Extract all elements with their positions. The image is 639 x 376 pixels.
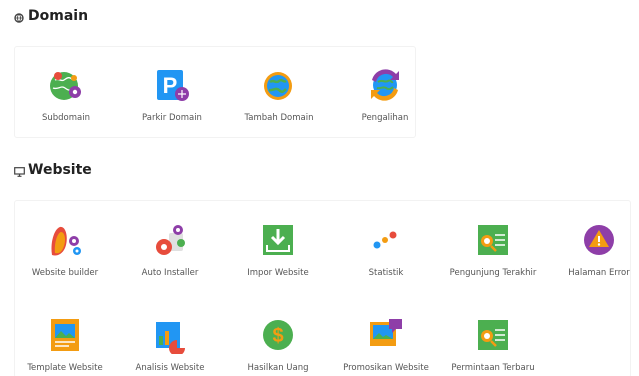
parked-domain-tile[interactable]: P Parkir Domain: [119, 60, 225, 140]
domain-section-title: Domain: [14, 8, 88, 24]
website-analysis-icon: [151, 316, 189, 354]
subdomain-globe-icon: [47, 66, 85, 104]
statistics-label: Statistik: [368, 268, 404, 278]
auto-installer-gears-icon: [151, 221, 189, 259]
addon-domain-tile[interactable]: Tambah Domain: [226, 60, 332, 140]
addon-domain-label: Tambah Domain: [244, 113, 314, 123]
import-website-tile[interactable]: Impor Website: [225, 215, 331, 295]
website-builder-icon: [46, 221, 84, 259]
promote-website-label: Promosikan Website: [343, 363, 429, 373]
make-money-label: Hasilkan Uang: [247, 363, 309, 373]
latest-requests-icon: [474, 316, 512, 354]
monitor-small-icon: [14, 165, 25, 177]
redirect-label: Pengalihan: [361, 113, 409, 123]
import-website-label: Impor Website: [247, 268, 309, 278]
template-website-tile[interactable]: Template Website: [12, 310, 118, 376]
parked-domain-label: Parkir Domain: [142, 113, 202, 123]
make-money-dollar-icon: $: [259, 316, 297, 354]
website-builder-tile[interactable]: Website builder: [12, 215, 118, 295]
error-page-warning-icon: [580, 221, 618, 259]
website-section-label: Website: [28, 162, 92, 178]
template-website-label: Template Website: [27, 363, 103, 373]
make-money-tile[interactable]: $ Hasilkan Uang: [225, 310, 331, 376]
statistics-dots-icon: [367, 221, 405, 259]
auto-installer-tile[interactable]: Auto Installer: [117, 215, 223, 295]
hosting-control-panel: Domain Subdomain P Parkir Domain Tambah …: [0, 0, 639, 376]
globe-small-icon: [14, 11, 24, 23]
parked-domain-icon: P: [153, 66, 191, 104]
error-page-tile[interactable]: Halaman Error: [546, 215, 639, 295]
promote-website-tile[interactable]: Promosikan Website: [333, 310, 439, 376]
promote-website-icon: [367, 316, 405, 354]
latest-requests-tile[interactable]: Permintaan Terbaru: [440, 310, 546, 376]
latest-visitors-icon: [474, 221, 512, 259]
website-builder-label: Website builder: [31, 268, 99, 278]
addon-domain-globe-icon: [260, 66, 298, 104]
redirect-tile[interactable]: Pengalihan: [332, 60, 438, 140]
svg-text:$: $: [272, 325, 283, 347]
subdomain-tile[interactable]: Subdomain: [13, 60, 119, 140]
website-analysis-label: Analisis Website: [135, 363, 205, 373]
auto-installer-label: Auto Installer: [141, 268, 199, 278]
redirect-icon: [366, 66, 404, 104]
website-section-title: Website: [14, 162, 92, 178]
domain-section-label: Domain: [28, 8, 89, 24]
latest-visitors-label: Pengunjung Terakhir: [449, 268, 537, 278]
template-website-icon: [46, 316, 84, 354]
error-page-label: Halaman Error: [568, 268, 630, 278]
subdomain-label: Subdomain: [41, 113, 90, 123]
website-analysis-tile[interactable]: Analisis Website: [117, 310, 223, 376]
statistics-tile[interactable]: Statistik: [333, 215, 439, 295]
latest-visitors-tile[interactable]: Pengunjung Terakhir: [440, 215, 546, 295]
latest-requests-label: Permintaan Terbaru: [451, 363, 535, 373]
import-website-icon: [259, 221, 297, 259]
